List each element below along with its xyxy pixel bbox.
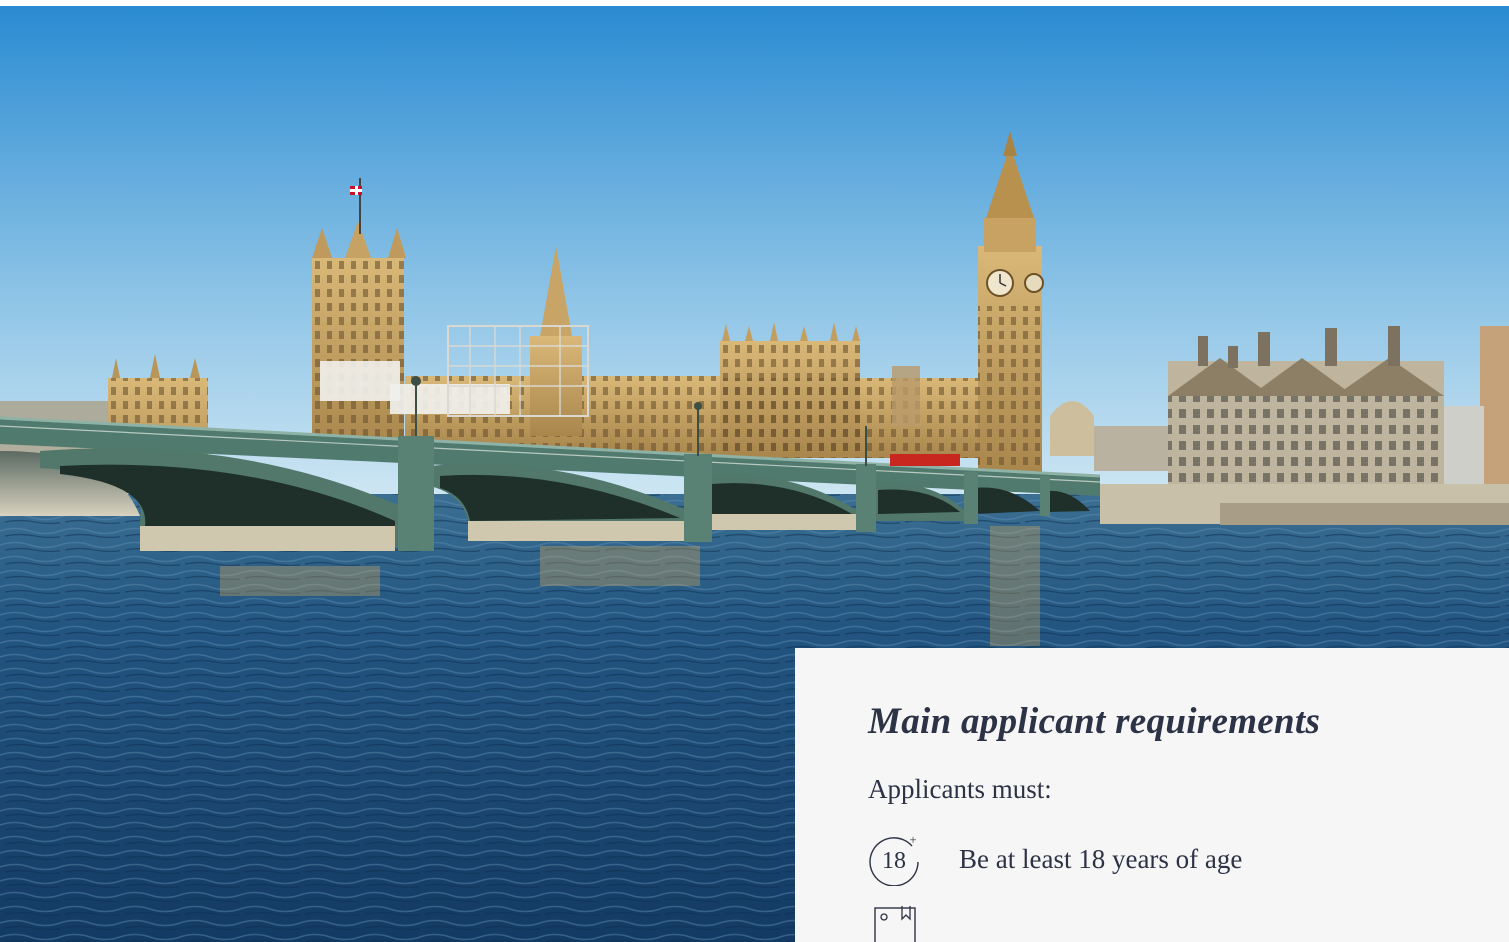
requirements-card: Main applicant requirements Applicants m… [795, 648, 1509, 942]
list-item: 18 + Be at least 18 years of age [868, 829, 1469, 889]
requirements-list: 18 + Be at least 18 years of age [868, 829, 1469, 942]
age-18-plus-icon: 18 + [868, 832, 922, 886]
requirements-title: Main applicant requirements [868, 701, 1321, 742]
requirements-intro: Applicants must: [868, 774, 1052, 804]
page: Main applicant requirements Applicants m… [0, 0, 1509, 942]
age-icon-number: 18 [882, 848, 906, 874]
age-icon-plus: + [909, 832, 916, 847]
passport-document-icon [868, 902, 922, 942]
requirement-age-label: Be at least 18 years of age [959, 844, 1243, 874]
list-item [868, 899, 1469, 942]
